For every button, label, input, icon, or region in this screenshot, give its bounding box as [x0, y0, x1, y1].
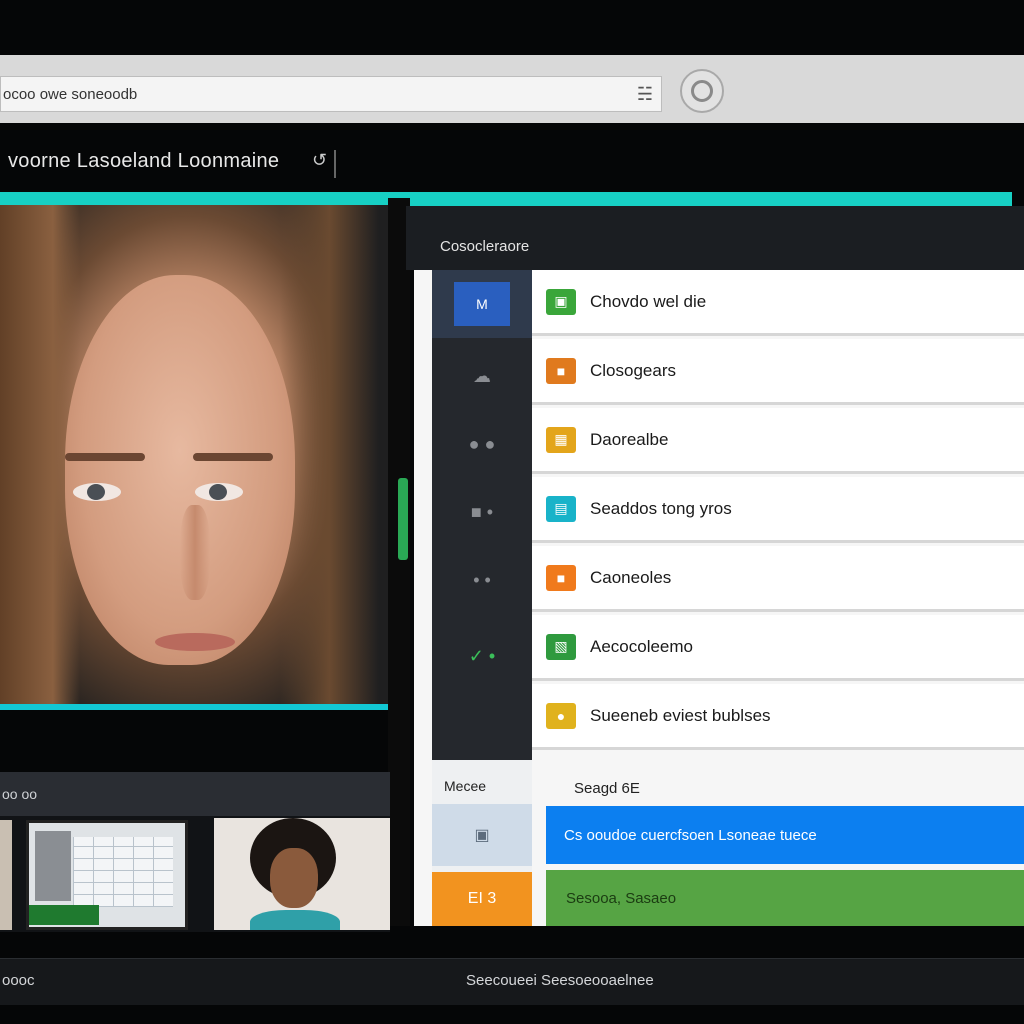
user-icon: ●: [546, 702, 576, 729]
thumbnail-3[interactable]: [214, 818, 390, 930]
search-icon[interactable]: ☵: [632, 82, 658, 106]
list-item[interactable]: ▣ Chovdo wel die: [532, 270, 1024, 336]
record-button[interactable]: [680, 69, 724, 113]
selected-row[interactable]: Cs ooudoe cuercfsoen Lsoneae tuece: [546, 806, 1024, 864]
rail-button-check[interactable]: ✓ •: [432, 622, 532, 690]
right-brow: [193, 453, 273, 461]
rail-button-1[interactable]: M: [432, 270, 532, 338]
thumb-grid: [73, 837, 173, 907]
nose: [180, 505, 210, 600]
thumbnail-2[interactable]: [26, 820, 188, 930]
list-item-label: Aecocoleemo: [590, 636, 694, 656]
rail-button-dots[interactable]: • •: [432, 546, 532, 614]
cloud-icon: ☁: [473, 365, 491, 386]
folder-icon: ■: [546, 357, 576, 384]
thumb-face: [270, 848, 318, 908]
panel-title: Cosocleraore: [440, 238, 530, 255]
list-item-label: Sueeneb eviest bublses: [590, 705, 771, 725]
address-text: ocoo owe soneoodb: [3, 86, 138, 103]
cyan-doc-icon: ▤: [546, 495, 576, 522]
address-bar[interactable]: ocoo owe soneoodb: [0, 76, 662, 112]
lower-rail-button[interactable]: ▣: [432, 804, 532, 866]
list-item-label: Chovdo wel die: [590, 291, 707, 311]
hair-right: [280, 205, 390, 704]
list-item-label: Daorealbe: [590, 429, 669, 449]
list-item[interactable]: ▧ Aecocoleemo: [532, 615, 1024, 681]
rail-button-settings[interactable]: ■ •: [432, 478, 532, 546]
image-icon: ▣: [474, 827, 490, 844]
orange-square-icon: ■: [546, 564, 576, 591]
list-item[interactable]: ■ Closogears: [532, 339, 1024, 405]
list-item[interactable]: ● Sueeneb eviest bublses: [532, 684, 1024, 750]
section-label: Seagd 6E: [574, 780, 640, 797]
thumb-shirt: [250, 910, 340, 930]
face: [65, 275, 295, 665]
green-card-icon: ▣: [546, 288, 576, 315]
divider-handle[interactable]: [398, 478, 408, 560]
list-item-label: Caoneoles: [590, 567, 672, 587]
split-divider[interactable]: [388, 198, 410, 926]
dots-icon: • •: [473, 569, 491, 590]
status-center: Seecoueei Seesoeooaelnee: [466, 972, 654, 989]
left-eye: [73, 483, 121, 501]
thumb-bar: [29, 905, 99, 925]
thumbnail-1[interactable]: [0, 820, 12, 930]
list-item[interactable]: ▦ Daorealbe: [532, 408, 1024, 474]
edit-icon[interactable]: ↺: [312, 150, 336, 178]
list-item[interactable]: ■ Caoneoles: [532, 546, 1024, 612]
image-icon: ▦: [546, 426, 576, 453]
settings-icon: ■ •: [470, 501, 494, 522]
strip-label: oo oo: [2, 786, 38, 802]
photo-icon: ▧: [546, 633, 576, 660]
users-icon: ● ●: [468, 433, 496, 454]
lower-rail-label: Mecee: [444, 778, 487, 794]
lips: [155, 633, 235, 651]
list-item[interactable]: ▤ Seaddos tong yros: [532, 477, 1024, 543]
rail-active-icon: M: [454, 282, 510, 326]
rail-button-users[interactable]: ● ●: [432, 410, 532, 478]
left-brow: [65, 453, 145, 461]
right-eye: [195, 483, 243, 501]
rail-button-cloud[interactable]: ☁: [432, 342, 532, 410]
list-item-label: Seaddos tong yros: [590, 498, 732, 518]
status-left: oooc: [2, 972, 35, 989]
list-item-label: Closogears: [590, 360, 676, 380]
thumb-sidebar: [35, 831, 71, 901]
page-title: voorne Lasoeland Loonmaine: [8, 150, 280, 172]
green-row[interactable]: Sesooa, Sasaeo: [546, 870, 1024, 926]
strip-header: [0, 772, 390, 816]
check-icon: ✓ •: [468, 645, 496, 666]
main-photo[interactable]: [0, 205, 390, 710]
orange-tile[interactable]: EI 3: [432, 872, 532, 926]
